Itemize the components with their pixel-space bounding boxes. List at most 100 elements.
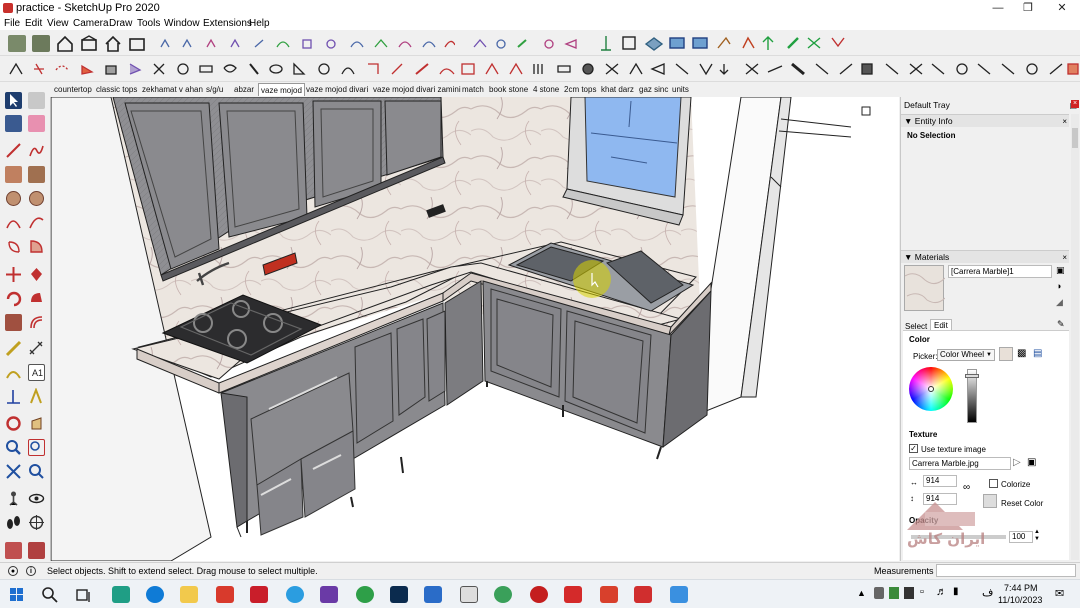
menu-view[interactable]: View: [47, 17, 69, 30]
eyedropper-icon[interactable]: ✎: [1057, 319, 1065, 330]
paint-bucket-icon[interactable]: [5, 115, 22, 132]
two-point-arc-icon[interactable]: [28, 214, 45, 231]
menu-edit[interactable]: Edit: [25, 17, 42, 30]
axes-icon[interactable]: [5, 388, 22, 405]
position-camera-icon[interactable]: [5, 490, 22, 507]
component-icon[interactable]: [32, 35, 50, 52]
edit-texture-icon[interactable]: ▣: [1027, 457, 1036, 468]
sketchup-taskbar-icon[interactable]: [216, 586, 234, 603]
brightness-slider-handle[interactable]: [965, 374, 979, 378]
rotated-rectangle-icon[interactable]: [28, 166, 45, 183]
maximize-button[interactable]: ❐: [1020, 1, 1036, 15]
language-indicator[interactable]: ف: [982, 586, 993, 599]
zoom-extents-icon[interactable]: [5, 463, 22, 480]
scene-tab[interactable]: 2cm tops: [564, 83, 596, 96]
polygon-icon[interactable]: [28, 190, 45, 207]
layout-icon[interactable]: [460, 586, 478, 603]
3d-text-icon[interactable]: [28, 387, 45, 405]
offset-icon[interactable]: [28, 314, 45, 331]
menu-draw[interactable]: Draw: [109, 17, 132, 30]
color-wheel[interactable]: [909, 367, 953, 411]
house-icon[interactable]: [56, 35, 74, 52]
menu-extensions[interactable]: Extensions: [203, 17, 252, 30]
three-point-arc-icon[interactable]: [5, 238, 22, 255]
dimension-icon[interactable]: [28, 340, 45, 357]
display-icon[interactable]: [904, 587, 914, 599]
shape-tools-icons[interactable]: [470, 35, 590, 52]
create-material-icon[interactable]: ▣: [1056, 265, 1065, 276]
scene-tab[interactable]: classic tops: [96, 83, 137, 96]
previous-view-icon[interactable]: [28, 463, 45, 480]
scene-tab[interactable]: gaz sinc: [639, 83, 668, 96]
search-icon[interactable]: [42, 587, 58, 603]
line-icon[interactable]: [5, 142, 22, 159]
volume-icon[interactable]: ♬: [936, 586, 947, 598]
colorize-checkbox[interactable]: [989, 479, 998, 488]
tray-scrollbar[interactable]: [1071, 114, 1079, 560]
scene-tab[interactable]: s/g/u: [206, 83, 223, 96]
blue-app-icon[interactable]: [424, 586, 442, 603]
circle-icon[interactable]: [5, 190, 22, 207]
protractor-icon[interactable]: [5, 364, 22, 381]
look-around-icon[interactable]: [28, 490, 45, 507]
walk-icon[interactable]: [5, 514, 22, 531]
rectangle-icon[interactable]: [5, 166, 22, 183]
usb-icon[interactable]: [874, 587, 884, 599]
home-icon[interactable]: [104, 35, 122, 52]
menu-file[interactable]: File: [4, 17, 20, 30]
extension-manager-icon[interactable]: [28, 542, 45, 559]
menu-window[interactable]: Window: [164, 17, 200, 30]
freehand-icon[interactable]: [28, 142, 45, 159]
follow-me-icon[interactable]: [28, 290, 45, 307]
eraser-icon[interactable]: [28, 115, 45, 132]
photoshop-icon[interactable]: [390, 586, 408, 603]
menu-help[interactable]: Help: [249, 17, 270, 30]
clock-time[interactable]: 7:44 PM: [1004, 583, 1038, 593]
material-name-field[interactable]: [Carrera Marble]1: [948, 265, 1052, 278]
edge-icon[interactable]: [146, 586, 164, 603]
push-pull-icon[interactable]: [28, 266, 45, 283]
scene-tab-active[interactable]: vaze mojod: [258, 83, 305, 96]
scene-tab[interactable]: vaze mojod divari zamini: [373, 83, 461, 96]
scene-tab[interactable]: countertop: [54, 83, 92, 96]
opacity-field[interactable]: 100: [1009, 531, 1033, 543]
scene-tab[interactable]: units: [672, 83, 689, 96]
use-texture-checkbox[interactable]: ✓: [909, 444, 918, 453]
get-models-icon[interactable]: [8, 35, 26, 52]
orbit-icon[interactable]: [5, 415, 22, 432]
view-tools-icons[interactable]: [598, 34, 858, 53]
sample-paint-icon[interactable]: ◑: [1056, 281, 1061, 291]
clock-date[interactable]: 11/10/2023: [998, 595, 1042, 605]
picker-select[interactable]: Color Wheel ▼: [937, 349, 995, 361]
acrobat-icon[interactable]: [564, 586, 582, 603]
display-secondary-icon[interactable]: ◢: [1056, 297, 1063, 308]
network-icon[interactable]: ▫: [920, 586, 924, 598]
text-icon[interactable]: A1: [28, 364, 45, 381]
measurements-input[interactable]: [936, 564, 1076, 577]
scene-tab[interactable]: 4 stone: [533, 83, 559, 96]
globe-app-icon[interactable]: [494, 586, 512, 603]
match-color-model-icon[interactable]: ▩: [1017, 348, 1026, 359]
file-explorer-icon[interactable]: [180, 586, 198, 603]
windows-start-icon[interactable]: [10, 588, 24, 602]
close-button[interactable]: ✕: [1054, 1, 1070, 15]
telegram-icon[interactable]: [286, 586, 304, 603]
panel-close-icon[interactable]: ×: [1062, 115, 1067, 128]
reset-color-label[interactable]: Reset Color: [1001, 499, 1043, 508]
scene-tab[interactable]: vaze mojod divari: [306, 83, 368, 96]
rotate-icon[interactable]: [5, 290, 22, 307]
arc-icon[interactable]: [5, 214, 22, 231]
menu-camera[interactable]: Camera: [73, 17, 109, 30]
move-icon[interactable]: [5, 266, 22, 283]
chrome-icon[interactable]: [356, 586, 374, 603]
entity-info-header[interactable]: ▼ Entity Info ×: [901, 114, 1069, 127]
materials-header[interactable]: ▼ Materials ×: [901, 250, 1069, 263]
tray-close-icon[interactable]: ×: [1071, 100, 1079, 108]
tray-overflow-icon[interactable]: ▲: [857, 588, 866, 598]
info-icon[interactable]: i: [26, 566, 36, 576]
warehouse-icon[interactable]: [80, 35, 98, 52]
record-icon[interactable]: [530, 586, 548, 603]
scale-icon[interactable]: [5, 314, 22, 331]
media-player-icon[interactable]: [320, 586, 338, 603]
panel-close-icon[interactable]: ×: [1062, 251, 1067, 264]
